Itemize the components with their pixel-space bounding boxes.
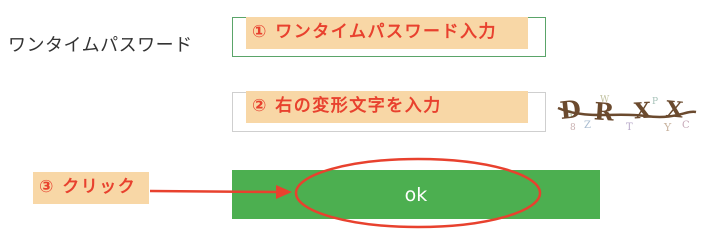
svg-text:C: C [682,120,690,131]
callout-step2: ② 右の変形文字を入力 [246,91,528,123]
login-form-page: ワンタイムパスワード G 8 Z W T P Y C D R X X ok ① … [0,0,724,235]
otp-label: ワンタイムパスワード [8,35,193,56]
svg-text:Y: Y [663,121,672,134]
callout-step1: ① ワンタイムパスワード入力 [246,17,528,49]
ok-button[interactable]: ok [232,170,600,219]
svg-text:R: R [593,96,616,126]
captcha-image: G 8 Z W T P Y C D R X X [556,90,698,134]
svg-text:P: P [652,97,658,107]
svg-text:T: T [626,122,633,133]
svg-text:Z: Z [584,120,591,131]
ok-button-label: ok [404,183,428,206]
svg-text:X: X [665,96,685,123]
svg-text:8: 8 [570,123,576,133]
callout-step3: ③ クリック [33,172,149,204]
svg-text:X: X [633,98,652,125]
